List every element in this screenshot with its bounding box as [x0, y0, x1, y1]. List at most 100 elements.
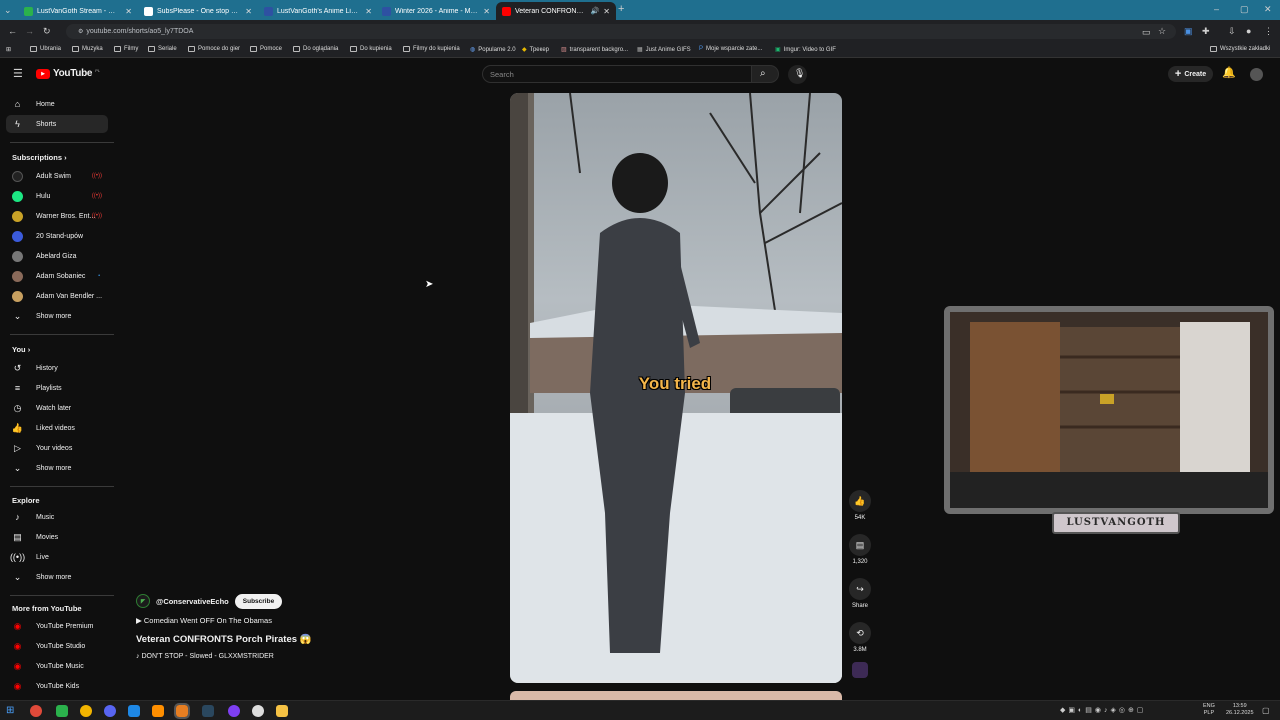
sidebar-item-live[interactable]: ((•)) Live — [0, 548, 108, 566]
extensions-puzzle-icon[interactable]: ✚ — [1202, 26, 1210, 36]
sidebar-item-music[interactable]: ♪ Music — [0, 508, 108, 526]
bookmark-folder[interactable]: Filmy — [114, 46, 138, 52]
bookmark-folder[interactable]: Muzyka — [72, 46, 103, 52]
music-link[interactable]: ♪ DON'T STOP - Slowed - GLXXMSTRIDER — [136, 653, 476, 660]
bookmark-folder[interactable]: Pomoce — [250, 46, 282, 52]
reload-icon[interactable]: ↻ — [43, 26, 51, 36]
notification-center-icon[interactable]: ▢ — [1262, 706, 1270, 715]
tab-close-icon[interactable]: ✕ — [483, 7, 490, 16]
app-icon[interactable] — [228, 705, 240, 717]
bookmark-link[interactable]: ◍ Popularne 2.0 — [470, 46, 516, 54]
bookmark-folder[interactable]: Pomoce do gier — [188, 46, 240, 52]
tab-close-icon[interactable]: ✕ — [365, 7, 372, 16]
language-indicator[interactable]: ENG PLP — [1203, 703, 1215, 717]
browser-tab-active[interactable]: Veteran CONFRONTS Porch🔊✕ — [496, 2, 616, 20]
steam-icon[interactable] — [202, 705, 214, 717]
show-more-subscriptions[interactable]: ⌄ Show more — [0, 307, 108, 325]
all-bookmarks[interactable]: Wszystkie zakładki — [1210, 46, 1270, 52]
sidebar-subscription[interactable]: Adam Sobaniec • — [0, 267, 108, 285]
maximize-icon[interactable]: ▢ — [1240, 4, 1249, 14]
browser-tab[interactable]: Winter 2026 - Anime - MyAnim✕ — [376, 2, 496, 20]
bookmark-folder[interactable]: Filmy do kupienia — [403, 46, 460, 52]
sidebar-item-home[interactable]: ⌂ Home — [0, 95, 108, 113]
site-info-icon[interactable]: ⚙ — [78, 29, 83, 35]
cast-icon[interactable]: ▭ — [1142, 27, 1151, 37]
channel-avatar[interactable]: ◤ — [136, 594, 150, 608]
tab-close-icon[interactable]: ✕ — [125, 7, 132, 16]
tab-search-icon[interactable]: ⌄ — [4, 5, 12, 15]
sidebar-item-youtube-music[interactable]: ◉ YouTube Music — [0, 657, 108, 675]
browser-tab[interactable]: LustVanGoth Stream - Watch Li✕ — [18, 2, 138, 20]
minimize-icon[interactable]: – — [1214, 4, 1219, 14]
sidebar-item-watch-later[interactable]: ◷ Watch later — [0, 399, 108, 417]
share-button[interactable]: ↪ Share — [848, 578, 872, 609]
app-icon[interactable] — [128, 705, 140, 717]
create-button[interactable]: + Create — [1168, 66, 1213, 82]
browser-tab[interactable]: SubsPlease - One stop shop fo✕ — [138, 2, 258, 20]
close-window-icon[interactable]: ✕ — [1264, 4, 1272, 14]
bookmark-link[interactable]: ▨ transparent backgro... — [561, 46, 628, 54]
profile-icon[interactable]: ● — [1246, 26, 1251, 36]
app-icon[interactable] — [80, 705, 92, 717]
address-bar[interactable]: ⚙ youtube.com/shorts/ao5_ly7TDOA — [66, 24, 1176, 39]
sidebar-item-youtube-premium[interactable]: ◉ YouTube Premium — [0, 617, 108, 635]
back-icon[interactable]: ← — [8, 26, 17, 36]
sidebar-subscription[interactable]: Hulu ((•)) — [0, 187, 108, 205]
vlc-icon[interactable] — [152, 705, 164, 717]
sidebar-item-youtube-studio[interactable]: ◉ YouTube Studio — [0, 637, 108, 655]
tab-close-icon[interactable]: ✕ — [245, 7, 252, 16]
sidebar-item-youtube-kids[interactable]: ◉ YouTube Kids — [0, 677, 108, 695]
sidebar-item-playlists[interactable]: ≡ Playlists — [0, 379, 108, 397]
subscribe-button[interactable]: Subscribe — [234, 593, 283, 609]
sidebar-item-movies[interactable]: ▤ Movies — [0, 528, 108, 546]
search-input[interactable]: Search — [482, 65, 752, 83]
comments-button[interactable]: ▤ 1,320 — [848, 534, 872, 565]
app-icon[interactable] — [174, 703, 190, 719]
tab-close-icon[interactable]: ✕ — [603, 7, 610, 16]
forward-icon[interactable]: → — [25, 26, 34, 36]
bookmark-link[interactable]: ▦ Just Anime GIFS — [637, 46, 691, 54]
file-explorer-icon[interactable] — [276, 705, 288, 717]
sidebar-subscription[interactable]: Adult Swim ((•)) — [0, 167, 108, 185]
avatar[interactable] — [1250, 68, 1263, 81]
sound-thumbnail[interactable] — [852, 662, 868, 678]
search-button[interactable]: ⌕ — [752, 65, 779, 83]
channel-name[interactable]: @ConservativeEcho — [156, 597, 229, 606]
downloads-icon[interactable]: ⇩ — [1228, 26, 1236, 36]
like-button[interactable]: 👍 54K — [848, 490, 872, 521]
bookmark-folder[interactable]: Do oglądania — [293, 46, 338, 52]
system-tray-icons[interactable]: ◆▣◐▤◉♪◈◎⊕▢ — [1060, 706, 1146, 714]
clock[interactable]: 13:59 26.12.2025 — [1226, 703, 1254, 717]
sidebar-item-shorts[interactable]: ϟ Shorts — [6, 115, 108, 133]
sidebar-item-liked-videos[interactable]: 👍 Liked videos — [0, 419, 108, 437]
playlist-link[interactable]: ▶ Comedian Went OFF On The Obamas — [136, 616, 476, 625]
sidebar-subscription[interactable]: Warner Bros. Ent... ((•)) — [0, 207, 108, 225]
notifications-icon[interactable]: 🔔 — [1222, 68, 1236, 79]
tab-audio-icon[interactable]: 🔊 — [591, 7, 600, 15]
new-tab-icon[interactable]: + — [618, 4, 624, 15]
remix-button[interactable]: ⟲ 3.8M — [848, 622, 872, 653]
sidebar-subscription[interactable]: Adam Van Bendler ... — [0, 287, 108, 305]
browser-menu-icon[interactable]: ⋮ — [1264, 26, 1273, 36]
bookmark-folder[interactable]: Ubrania — [30, 46, 61, 52]
windows-start-icon[interactable]: ⊞ — [6, 705, 18, 717]
sidebar-item-history[interactable]: ↺ History — [0, 359, 108, 377]
bookmark-link[interactable]: ▣ Imgur: Video to GIF — [775, 46, 836, 54]
chrome-icon[interactable] — [30, 705, 42, 717]
discord-icon[interactable] — [104, 705, 116, 717]
sidebar-subscription[interactable]: Abelard Giza — [0, 247, 108, 265]
voice-search-button[interactable]: 🎙 — [788, 65, 807, 84]
apps-icon[interactable]: ⊞ — [6, 46, 11, 53]
sidebar-subscription[interactable]: 20 Stand-upów — [0, 227, 108, 245]
bookmark-folder[interactable]: Do kupienia — [350, 46, 392, 52]
bookmark-folder[interactable]: Seriale — [148, 46, 177, 52]
browser-tab[interactable]: LustVanGoth's Anime List - My✕ — [258, 2, 378, 20]
bookmark-link[interactable]: ◆ Трекер — [522, 46, 549, 54]
you-heading[interactable]: You › — [12, 345, 30, 354]
bookmark-link[interactable]: P Moje wsparcie zate... — [699, 46, 762, 52]
extension-icon[interactable]: ▣ — [1184, 26, 1193, 36]
show-more-you[interactable]: ⌄ Show more — [0, 459, 108, 477]
app-icon[interactable] — [56, 705, 68, 717]
app-icon[interactable] — [252, 705, 264, 717]
show-more-explore[interactable]: ⌄ Show more — [0, 568, 108, 586]
